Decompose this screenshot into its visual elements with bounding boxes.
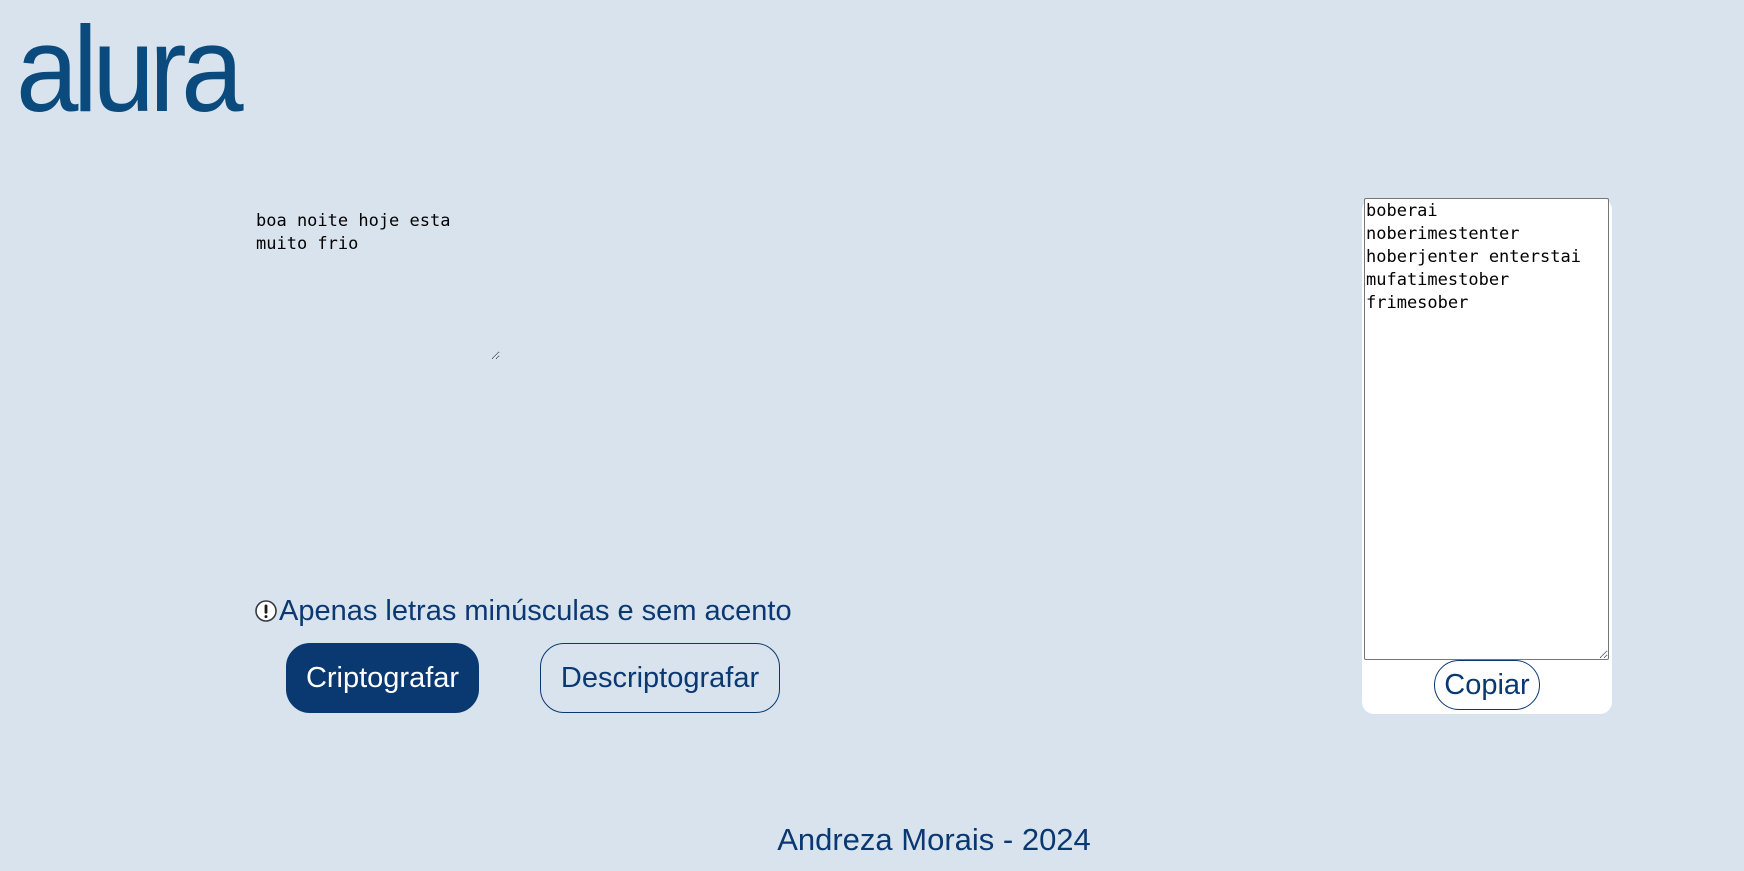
input-textarea[interactable]: boa noite hoje esta muito frio (254, 208, 500, 360)
exclamation-circle-icon (255, 600, 277, 622)
warning-text: Apenas letras minúsculas e sem acento (279, 594, 792, 627)
output-textarea[interactable]: boberai noberimestenter hoberjenter ente… (1364, 198, 1609, 660)
alura-logo: alura (16, 1, 244, 137)
copy-button[interactable]: Copiar (1434, 660, 1540, 710)
output-panel: boberai noberimestenter hoberjenter ente… (1362, 198, 1612, 714)
encrypt-button[interactable]: Criptografar (286, 643, 479, 713)
warning-message: Apenas letras minúsculas e sem acento (255, 593, 792, 629)
decrypt-button[interactable]: Descriptografar (540, 643, 780, 713)
footer-credit: Andreza Morais - 2024 (777, 822, 1091, 857)
